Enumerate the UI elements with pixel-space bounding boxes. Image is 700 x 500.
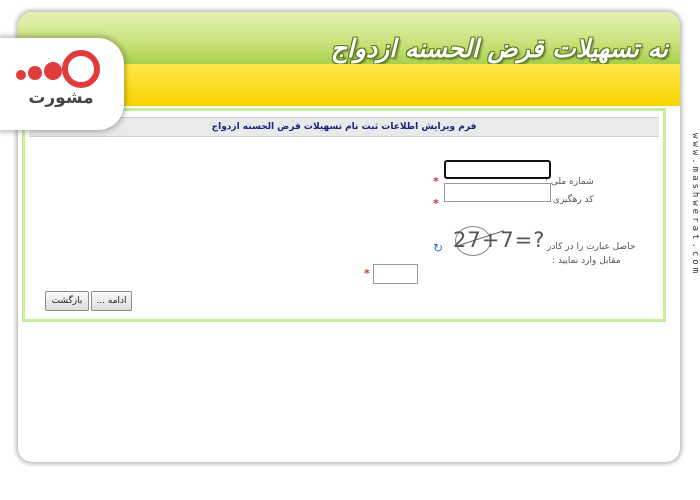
captcha-expression: 27+7=? (453, 228, 546, 252)
tracking-code-required: * (433, 197, 439, 210)
side-watermark-url: www.mashwerat.com (690, 133, 700, 277)
logo-dot (28, 66, 42, 80)
captcha-image: 27+7=? (447, 224, 549, 258)
national-id-label: شماره ملی : (545, 177, 594, 187)
refresh-captcha-icon[interactable]: ↻ (432, 242, 444, 254)
logo-text: مشورت (28, 88, 94, 108)
national-id-input[interactable] (444, 160, 551, 179)
logo-ring (62, 50, 100, 88)
national-id-required: * (433, 175, 439, 188)
captcha-answer-input[interactable] (373, 264, 418, 284)
captcha-label-line1: حاصل عبارت را در کادر (547, 242, 636, 252)
banner-title: نه تسهیلات قرض الحسنه ازدواج (330, 34, 668, 63)
logo-dot (16, 70, 26, 80)
captcha-label-line2: مقابل وارد نمایید : (552, 256, 621, 266)
tracking-code-input[interactable] (444, 183, 551, 202)
logo-dot (44, 62, 62, 80)
form-header: فرم ویرایش اطلاعات ثبت نام تسهیلات قرض ا… (29, 117, 659, 137)
brand-logo: مشورت (0, 38, 124, 130)
back-button[interactable]: بازگشت (45, 291, 89, 311)
tracking-code-label: کد رهگیری : (547, 195, 594, 205)
form-panel: فرم ویرایش اطلاعات ثبت نام تسهیلات قرض ا… (22, 108, 666, 322)
captcha-required: * (364, 267, 370, 280)
continue-button[interactable]: ادامه ... (91, 291, 132, 311)
